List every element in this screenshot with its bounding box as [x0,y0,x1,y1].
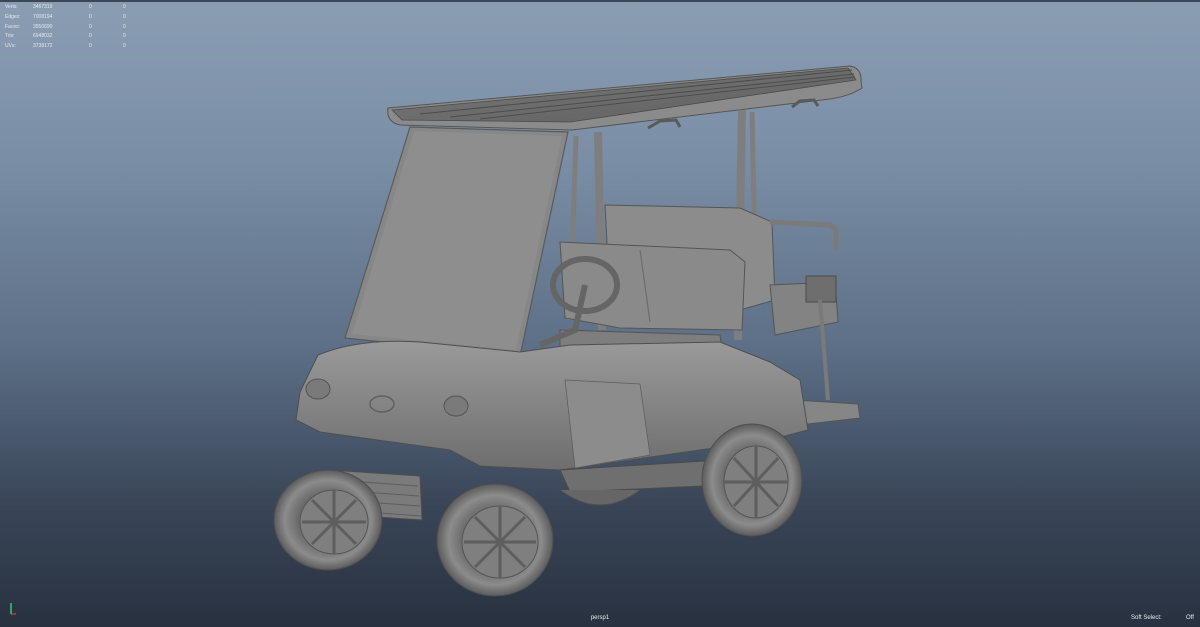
wheel-rear-right [701,423,803,537]
camera-name-label: persp1 [590,615,610,621]
wheel-rear-left [559,489,641,506]
golf-cart-model[interactable] [0,0,1200,627]
viewport-3d[interactable]: Verts: 3467319 0 0 Edges: 7008194 0 0 Fa… [0,0,1200,627]
soft-select-label: Soft Select: [1131,615,1162,621]
wheel-front-left [273,469,383,571]
soft-select-status: Off [1186,615,1194,621]
view-axis-icon [10,603,16,615]
roof-canopy [387,65,863,131]
wheel-front-right [436,483,554,597]
windshield [344,126,569,357]
